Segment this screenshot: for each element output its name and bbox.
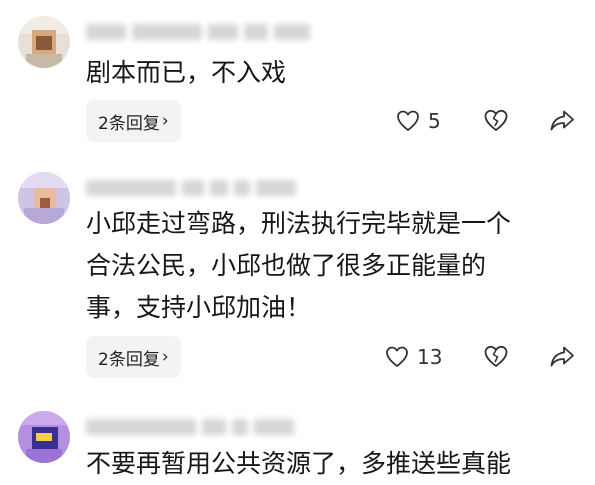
comment-actions: 13 (0, 338, 595, 378)
dislike-button[interactable] (483, 109, 509, 132)
comment-text: 不要再暂用公共资源了，多推送些真能 (86, 449, 512, 478)
avatar[interactable] (18, 172, 70, 224)
share-button[interactable] (549, 345, 575, 368)
username-blurred (86, 417, 300, 437)
avatar[interactable] (18, 16, 70, 68)
like-button[interactable]: 13 (385, 345, 442, 369)
dislike-button[interactable] (483, 345, 509, 368)
share-icon (550, 110, 574, 131)
avatar[interactable] (18, 411, 70, 463)
like-count: 5 (428, 109, 441, 133)
username-blurred (86, 22, 316, 42)
username-blurred (86, 178, 302, 198)
share-button[interactable] (549, 109, 575, 132)
comment-text: 剧本而已，不入戏 (86, 58, 287, 87)
share-icon (550, 346, 574, 367)
heart-icon (386, 346, 408, 367)
broken-heart-icon (484, 109, 508, 131)
broken-heart-icon (484, 345, 508, 367)
comment-text: 小邱走过弯路，刑法执行完毕就是一个 合法公民，小邱也做了很多正能量的 事，支持小… (86, 209, 512, 322)
comment-actions: 5 (0, 101, 595, 141)
like-button[interactable]: 5 (396, 109, 441, 133)
like-count: 13 (417, 345, 443, 369)
heart-icon (397, 110, 419, 131)
